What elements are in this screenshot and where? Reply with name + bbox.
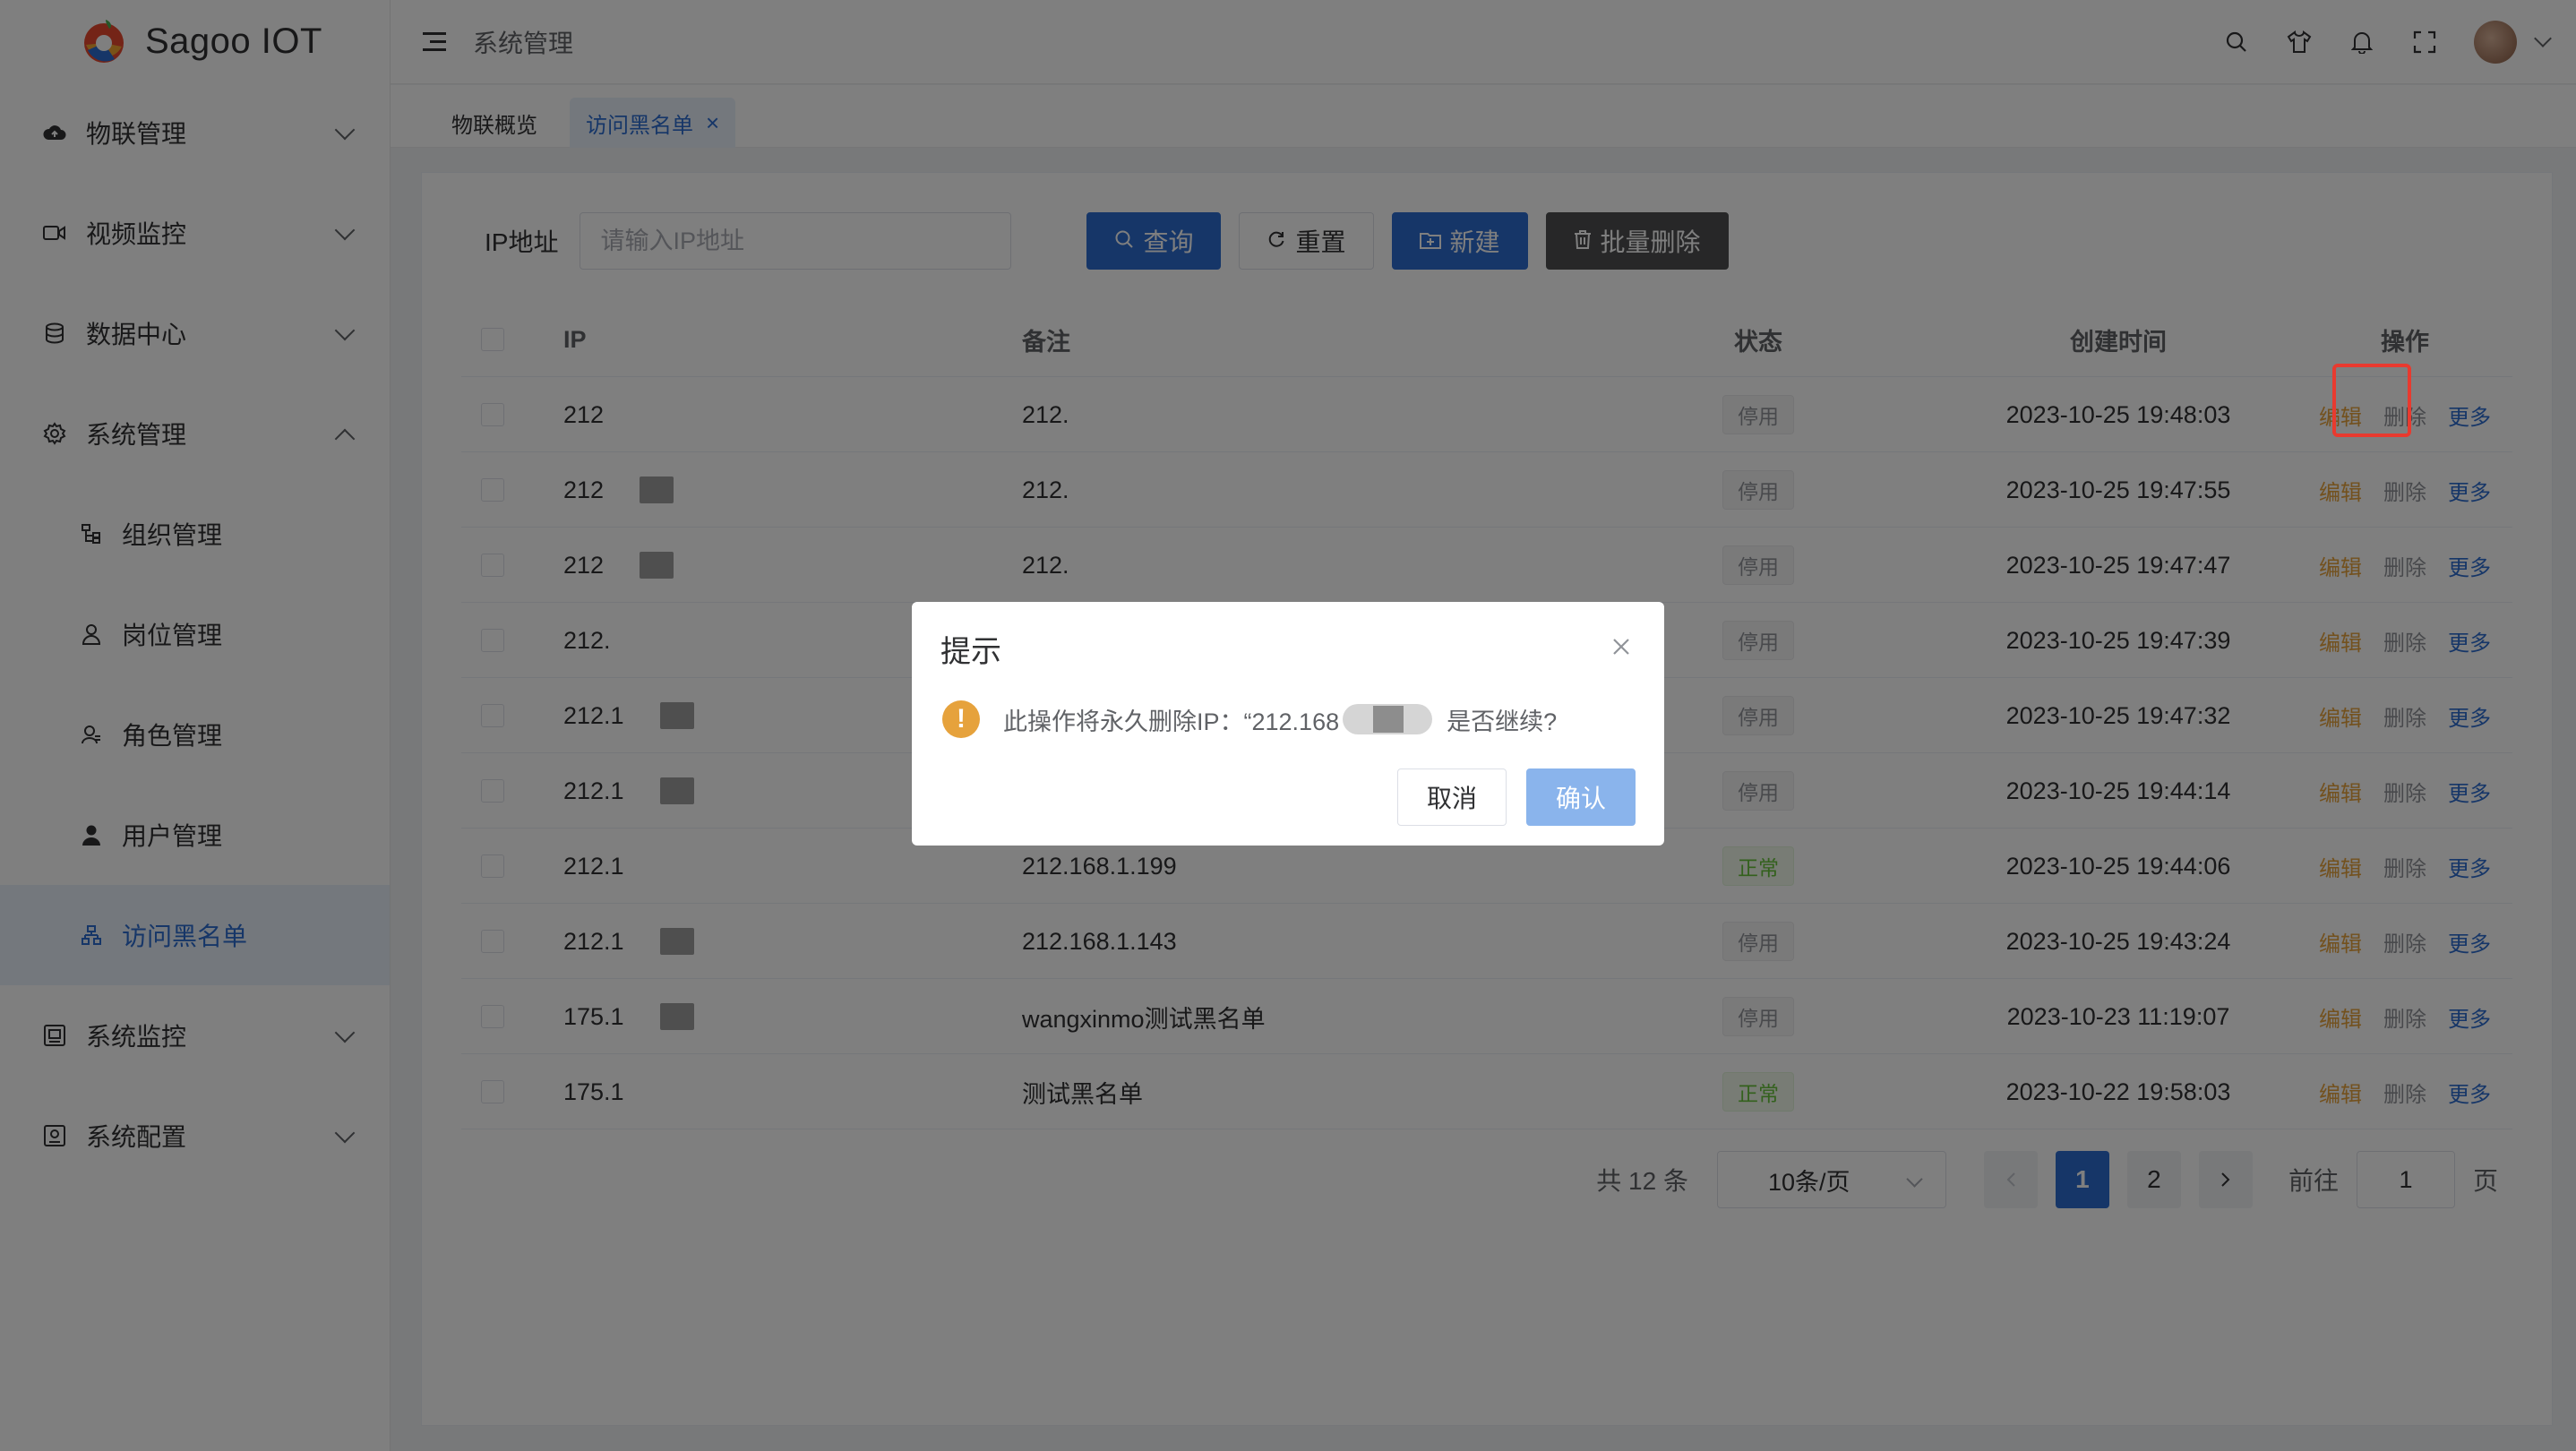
dialog-message-prefix: 此操作将永久删除IP：“212.168 — [1003, 708, 1340, 735]
dialog-title: 提示 — [940, 635, 1001, 669]
dialog-message-suffix: 是否继续? — [1447, 708, 1558, 735]
confirm-dialog: 提示 ! 此操作将永久删除IP：“212.168 是否继续? 取消 确认 — [912, 602, 1664, 846]
redacted-ip — [1343, 704, 1433, 734]
dialog-message: ! 此操作将永久删除IP：“212.168 是否继续? — [942, 700, 1557, 738]
close-icon[interactable] — [1609, 634, 1634, 659]
cancel-button[interactable]: 取消 — [1396, 768, 1507, 826]
confirm-button[interactable]: 确认 — [1525, 768, 1636, 826]
warning-icon: ! — [942, 700, 980, 738]
dialog-footer: 取消 确认 — [1378, 768, 1636, 826]
highlight-annotation — [2332, 364, 2411, 437]
